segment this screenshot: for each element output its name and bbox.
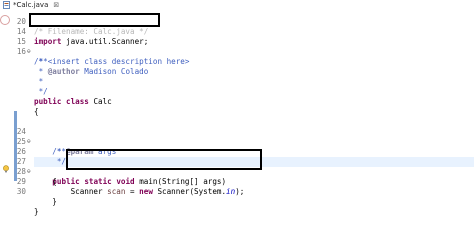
code-editor[interactable]: 20 /* Filename: Calc.java */ 14 import j… <box>0 11 474 252</box>
code-line: * <box>0 67 474 86</box>
code-line: { <box>0 97 474 116</box>
line-number: 30 <box>16 187 26 196</box>
code-line: } <box>0 197 474 216</box>
code-line: 15 ⊖ /** <box>0 27 474 66</box>
code-line: 30 } <box>0 177 474 206</box>
code-line: 25 * @param args <box>0 127 474 156</box>
code-line: 16 * <insert class description here> <box>0 37 474 66</box>
code-line: */ <box>0 77 474 96</box>
code-line: public class Calc <box>0 87 474 106</box>
line-code: { <box>34 107 39 116</box>
eclipse-editor-window: *Calc.java ⊠ 20 /* Filename: Calc.java *… <box>0 0 474 252</box>
line-code: Scanner scan = new Scanner(System.in); <box>34 187 245 196</box>
line-code: } <box>34 207 39 216</box>
code-line: 24 ⊖ /** <box>0 117 474 156</box>
code-line: * <box>0 47 474 66</box>
scanner-highlight-box <box>66 149 262 170</box>
import-highlight-box <box>29 13 160 27</box>
code-line: * @author Madison Colado <box>0 57 474 76</box>
code-line: 26 */ <box>0 137 474 166</box>
